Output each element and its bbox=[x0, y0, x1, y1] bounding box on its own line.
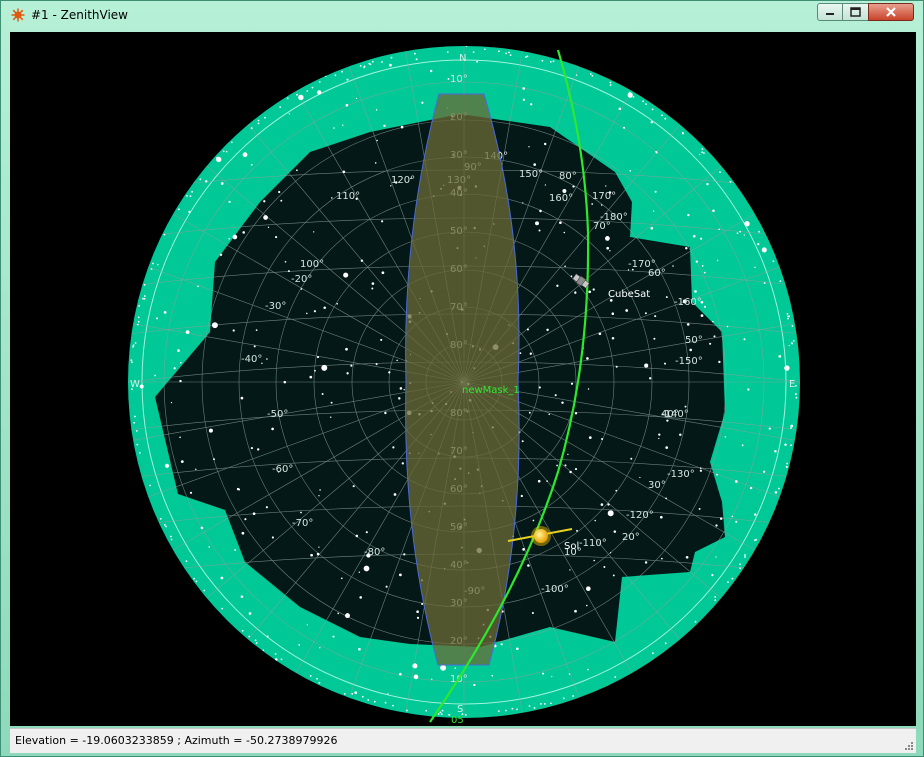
svg-text:100°: 100° bbox=[300, 259, 324, 270]
close-icon bbox=[886, 7, 896, 17]
svg-text:60°: 60° bbox=[648, 268, 666, 279]
maximize-button[interactable] bbox=[842, 3, 869, 21]
zenith-sky-map[interactable]: -20°-30°-40°-50°-60°-70°-80°-90°-100°-11… bbox=[10, 32, 916, 726]
svg-text:-60°: -60° bbox=[272, 464, 293, 475]
svg-text:-160°: -160° bbox=[674, 297, 702, 308]
svg-text:40°: 40° bbox=[661, 409, 679, 420]
svg-text:20°: 20° bbox=[622, 532, 640, 543]
svg-text:-120°: -120° bbox=[626, 510, 654, 521]
close-button[interactable] bbox=[868, 3, 914, 21]
compass-east: E bbox=[789, 379, 795, 390]
svg-text:-70°: -70° bbox=[292, 518, 313, 529]
svg-text:10°: 10° bbox=[450, 74, 468, 85]
svg-text:160°: 160° bbox=[549, 193, 573, 204]
svg-text:-20°: -20° bbox=[291, 274, 312, 285]
compass-west: W bbox=[130, 379, 140, 390]
maximize-icon bbox=[850, 7, 861, 17]
svg-text:150°: 150° bbox=[519, 169, 543, 180]
svg-text:70°: 70° bbox=[593, 221, 611, 232]
svg-text:50°: 50° bbox=[685, 335, 703, 346]
svg-text:120°: 120° bbox=[391, 175, 415, 186]
app-star-icon bbox=[11, 8, 25, 22]
resize-grip-icon[interactable] bbox=[904, 741, 914, 751]
svg-text:-80°: -80° bbox=[364, 547, 385, 558]
svg-text:80°: 80° bbox=[559, 171, 577, 182]
sun-icon[interactable] bbox=[531, 526, 551, 546]
mask-band bbox=[405, 93, 520, 666]
zenithview-window: #1 - ZenithView -20° -30° -40° -50° -60°… bbox=[0, 0, 924, 757]
satellite-label: CubeSat bbox=[608, 289, 650, 300]
minimize-button[interactable] bbox=[817, 3, 843, 21]
sky-view[interactable]: -20°-30°-40°-50°-60°-70°-80°-90°-100°-11… bbox=[10, 32, 916, 726]
svg-text:-50°: -50° bbox=[267, 409, 288, 420]
minimize-icon bbox=[826, 13, 834, 15]
svg-text:-150°: -150° bbox=[675, 356, 703, 367]
svg-text:170°: 170° bbox=[592, 191, 616, 202]
svg-text:-110°: -110° bbox=[579, 538, 607, 549]
svg-text:-30°: -30° bbox=[265, 301, 286, 312]
svg-text:30°: 30° bbox=[648, 480, 666, 491]
sun-label: Sol bbox=[564, 541, 579, 552]
zenith-mask-label: newMask_1 bbox=[462, 385, 520, 396]
svg-text:-130°: -130° bbox=[667, 469, 695, 480]
title-bar[interactable]: #1 - ZenithView bbox=[1, 1, 923, 31]
svg-text:110°: 110° bbox=[336, 191, 360, 202]
compass-south: S bbox=[457, 704, 463, 715]
window-title: #1 - ZenithView bbox=[31, 8, 128, 22]
orbit-pass-label: 05 bbox=[451, 715, 464, 726]
svg-text:-40°: -40° bbox=[241, 354, 262, 365]
compass-north: N bbox=[459, 53, 466, 64]
svg-text:-100°: -100° bbox=[541, 584, 569, 595]
status-bar: Elevation = -19.0603233859 ; Azimuth = -… bbox=[10, 728, 916, 753]
status-coordinates: Elevation = -19.0603233859 ; Azimuth = -… bbox=[15, 734, 338, 747]
